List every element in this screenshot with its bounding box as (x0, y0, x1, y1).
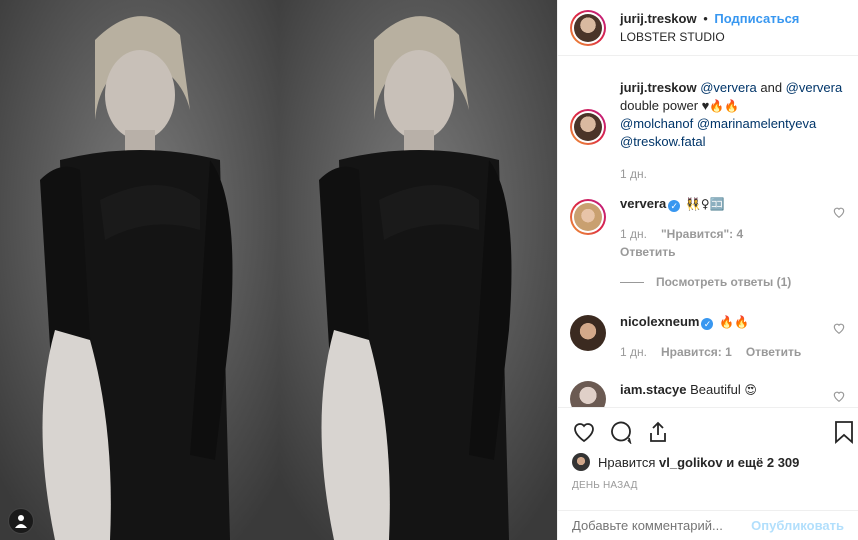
caption: jurij.treskow @ververa and @ververa doub… (570, 79, 846, 183)
comment-bubble-icon[interactable] (609, 420, 633, 444)
caption-mention[interactable]: @ververa (786, 80, 843, 95)
author-avatar[interactable] (570, 9, 606, 46)
verified-icon: ✓ (668, 200, 681, 212)
share-icon[interactable] (646, 420, 670, 444)
liker-avatar[interactable] (572, 453, 590, 471)
post-photo[interactable] (0, 0, 557, 540)
comment-username[interactable]: iam.stacye (620, 382, 687, 397)
like-heart-icon[interactable] (572, 420, 596, 444)
verified-icon: ✓ (701, 318, 714, 330)
comment-time[interactable]: 1 дн. (620, 343, 647, 361)
publish-button[interactable]: Опубликовать (751, 518, 844, 533)
comment-likes[interactable]: "Нравится": 4 (661, 225, 743, 243)
save-bookmark-icon[interactable] (834, 420, 854, 444)
replies-divider (620, 281, 644, 283)
comment-like-heart-icon[interactable] (832, 321, 846, 335)
comments-list[interactable]: jurij.treskow @ververa and @ververa doub… (558, 57, 858, 407)
caption-author[interactable]: jurij.treskow (620, 80, 697, 95)
likes-count[interactable]: и ещё 2 309 (726, 455, 799, 470)
author-username[interactable]: jurij.treskow (620, 11, 697, 26)
commenter-avatar[interactable] (570, 315, 606, 351)
caption-mention[interactable]: @molchanof (620, 116, 693, 131)
caption-emoji: 🔥🔥 (709, 99, 740, 113)
likes-summary: Нравится vl_golikov и ещё 2 309 (572, 453, 846, 471)
reply-button[interactable]: Ответить (620, 243, 675, 261)
photo-panel-left (0, 0, 279, 540)
photo-panel-right (279, 0, 557, 540)
comment-text: Beautiful (690, 382, 741, 397)
post-header: jurij.treskow • Подписаться LOBSTER STUD… (558, 0, 858, 56)
comment-like-heart-icon[interactable] (832, 389, 846, 403)
comment-item: ververa ✓ 👯‍♀️♀🈁 1 дн. "Нравится": 4 Отве… (570, 195, 846, 261)
caption-time[interactable]: 1 дн. (620, 165, 647, 183)
follow-button[interactable]: Подписаться (714, 11, 799, 26)
comment-item: iam.stacye Beautiful 😍 (570, 381, 846, 407)
view-replies-label: Посмотреть ответы (1) (656, 275, 792, 289)
post-date[interactable]: ДЕНЬ НАЗАД (572, 480, 638, 491)
add-comment-input[interactable] (572, 518, 752, 533)
comment-text: 👯‍♀️♀🈁 (685, 197, 725, 211)
likes-prefix: Нравится (598, 454, 656, 470)
caption-text: double power ♥ (620, 98, 710, 113)
liker-username[interactable]: vl_golikov (659, 455, 723, 470)
post-sidebar: jurij.treskow • Подписаться LOBSTER STUD… (557, 0, 858, 540)
post-actions (558, 407, 858, 455)
comment-item: nicolexneum ✓ 🔥🔥 1 дн. Нравится: 1 Ответи… (570, 313, 846, 361)
caption-mention[interactable]: @ververa (700, 80, 757, 95)
comment-username[interactable]: ververa (620, 196, 666, 211)
caption-author-avatar[interactable] (570, 109, 606, 145)
commenter-avatar[interactable] (570, 381, 606, 407)
header-separator: • (703, 10, 708, 26)
caption-and: and (756, 80, 786, 95)
reply-button[interactable]: Ответить (746, 343, 801, 361)
view-replies-button[interactable]: Посмотреть ответы (1) (620, 275, 846, 289)
comment-username[interactable]: nicolexneum (620, 314, 699, 329)
comment-like-heart-icon[interactable] (832, 205, 846, 219)
comment-time[interactable]: 1 дн. (620, 225, 647, 243)
comment-text: 🔥🔥 (719, 315, 749, 329)
commenter-avatar[interactable] (570, 199, 606, 235)
caption-mention[interactable]: @marinamelentyeva (697, 116, 816, 131)
caption-mention[interactable]: @treskow.fatal (620, 134, 705, 149)
comment-likes[interactable]: Нравится: 1 (661, 343, 732, 361)
add-comment-bar: Опубликовать (558, 510, 858, 540)
tagged-users-icon[interactable] (8, 508, 34, 534)
comment-emoji: 😍 (744, 383, 757, 397)
location-link[interactable]: LOBSTER STUDIO (620, 28, 799, 46)
